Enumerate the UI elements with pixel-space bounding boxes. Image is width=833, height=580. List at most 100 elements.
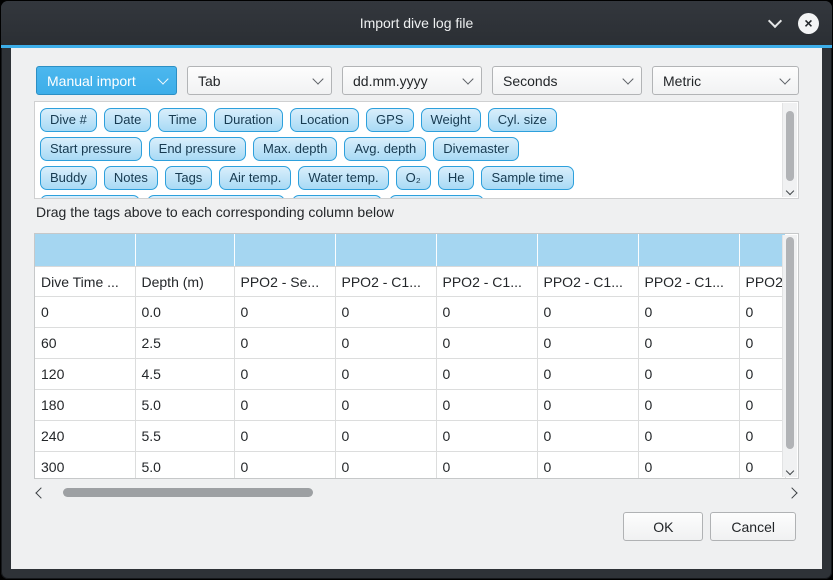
combobox-duration-format[interactable]: Seconds (492, 66, 642, 95)
cell: 240 (35, 421, 135, 452)
combobox-value: Metric (663, 73, 701, 89)
tag-chip[interactable]: Tags (165, 166, 212, 190)
cell: 0 (739, 452, 785, 480)
chevron-right-icon (786, 487, 797, 498)
tag-chip[interactable]: Notes (104, 166, 158, 190)
column-header: PPO2 - C1... (436, 267, 537, 297)
tag-chip[interactable]: Start pressure (40, 137, 142, 161)
chevron-down-icon (781, 78, 789, 83)
tag-chip[interactable]: Water temp. (298, 166, 388, 190)
cell: 0 (739, 297, 785, 328)
tag-chip[interactable]: Air temp. (219, 166, 291, 190)
table-hscrollbar[interactable] (34, 485, 799, 500)
shade-window-icon[interactable] (766, 14, 784, 32)
tag-chip[interactable]: Sample CNS (389, 195, 484, 198)
import-options-row: Manual import Tab dd.mm.yyyy Seconds Metric (36, 66, 799, 95)
cell: 0 (335, 390, 436, 421)
combobox-units[interactable]: Metric (652, 66, 799, 95)
combobox-import-mode[interactable]: Manual import (36, 66, 177, 95)
tag-row: Start pressure End pressure Max. depth Avg.… (40, 137, 783, 161)
tag-list: Dive # Date Time Duration Location GPS Weight C… (35, 102, 783, 198)
tag-chip[interactable]: Sample pO₂ (292, 195, 382, 198)
tag-chip[interactable]: Sample time (481, 166, 573, 190)
combobox-value: Manual import (47, 73, 136, 89)
cell: 0 (638, 390, 739, 421)
drop-target-cell[interactable] (739, 234, 785, 267)
table-row: 00.0000000 (35, 297, 785, 328)
cell: 0 (638, 359, 739, 390)
cell: 0 (234, 328, 335, 359)
preview-table-panel: Dive Time ...Depth (m)PPO2 - Se...PPO2 -… (34, 233, 799, 479)
instruction-text: Drag the tags above to each correspondin… (36, 204, 394, 220)
cell: 0 (335, 452, 436, 480)
tag-chip[interactable]: Divemaster (433, 137, 519, 161)
tag-chip[interactable]: Max. depth (253, 137, 337, 161)
titlebar[interactable]: Import dive log file × (1, 1, 832, 45)
tag-chip[interactable]: Cyl. size (488, 108, 557, 132)
tags-scrollbar-thumb[interactable] (786, 111, 794, 181)
tag-chip[interactable]: O₂ (396, 166, 431, 190)
cell: 4.5 (135, 359, 234, 390)
cell: 0 (234, 421, 335, 452)
ok-button[interactable]: OK (623, 512, 703, 541)
tag-chip[interactable]: Buddy (40, 166, 97, 190)
tag-chip[interactable]: He (438, 166, 475, 190)
table-row: 3005.0000000 (35, 452, 785, 480)
cell: 300 (35, 452, 135, 480)
combobox-value: Seconds (503, 73, 557, 89)
tag-chip[interactable]: Time (158, 108, 206, 132)
cancel-button[interactable]: Cancel (710, 512, 796, 541)
drop-target-cell[interactable] (436, 234, 537, 267)
tags-scrollbar[interactable] (782, 103, 797, 197)
tag-chip[interactable]: Date (104, 108, 151, 132)
tag-row: Sample depth Sample temperature Sample pO₂… (40, 195, 783, 198)
tag-chip[interactable]: Sample temperature (147, 195, 285, 198)
cell: 0 (436, 328, 537, 359)
drop-target-cell[interactable] (35, 234, 135, 267)
column-header: Depth (m) (135, 267, 234, 297)
hscrollbar-thumb[interactable] (63, 488, 313, 497)
chevron-down-icon (786, 467, 794, 475)
drop-target-cell[interactable] (135, 234, 234, 267)
tag-chip[interactable]: Location (290, 108, 359, 132)
cell: 0 (234, 390, 335, 421)
tag-chip[interactable]: Avg. depth (344, 137, 426, 161)
import-dialog-window: Import dive log file × Manual import Tab d… (1, 1, 832, 579)
table-scrollbar-thumb[interactable] (786, 237, 794, 449)
drop-target-cell[interactable] (638, 234, 739, 267)
scroll-down-icon[interactable] (783, 468, 797, 474)
tag-chip[interactable]: End pressure (149, 137, 246, 161)
drop-target-cell[interactable] (335, 234, 436, 267)
cell: 0 (537, 390, 638, 421)
tag-row: Buddy Notes Tags Air temp. Water temp. O₂ HeSa… (40, 166, 783, 190)
combobox-value: dd.mm.yyyy (353, 73, 428, 89)
tag-chip[interactable]: Weight (421, 108, 481, 132)
tag-chip[interactable]: Duration (214, 108, 283, 132)
cell: 0 (436, 390, 537, 421)
tag-chip[interactable]: GPS (366, 108, 413, 132)
column-header-row: Dive Time ...Depth (m)PPO2 - Se...PPO2 -… (35, 267, 785, 297)
scroll-left-icon[interactable] (37, 485, 45, 500)
chevron-down-icon (159, 78, 167, 83)
cell: 0 (739, 390, 785, 421)
cell: 0 (638, 452, 739, 480)
chevron-left-icon (35, 487, 46, 498)
cell: 5.5 (135, 421, 234, 452)
drop-target-cell[interactable] (234, 234, 335, 267)
combobox-field-separator[interactable]: Tab (187, 66, 332, 95)
combobox-date-format[interactable]: dd.mm.yyyy (342, 66, 482, 95)
column-header: Dive Time ... (35, 267, 135, 297)
dialog-content: Manual importTabdd.mm.yyyySecondsMetric … (11, 48, 822, 569)
drop-target-cell[interactable] (537, 234, 638, 267)
scroll-down-icon[interactable] (783, 188, 797, 194)
tag-chip[interactable]: Sample depth (40, 195, 140, 198)
close-button[interactable]: × (798, 13, 819, 34)
scroll-right-icon[interactable] (788, 485, 796, 500)
column-header: PPO2 - C1... (335, 267, 436, 297)
chevron-down-icon (786, 187, 794, 195)
table-scrollbar[interactable] (782, 235, 797, 477)
csv-preview-table: Dive Time ...Depth (m)PPO2 - Se...PPO2 -… (35, 234, 786, 479)
cell: 0 (335, 359, 436, 390)
tag-chip[interactable]: Dive # (40, 108, 97, 132)
cell: 0 (234, 452, 335, 480)
